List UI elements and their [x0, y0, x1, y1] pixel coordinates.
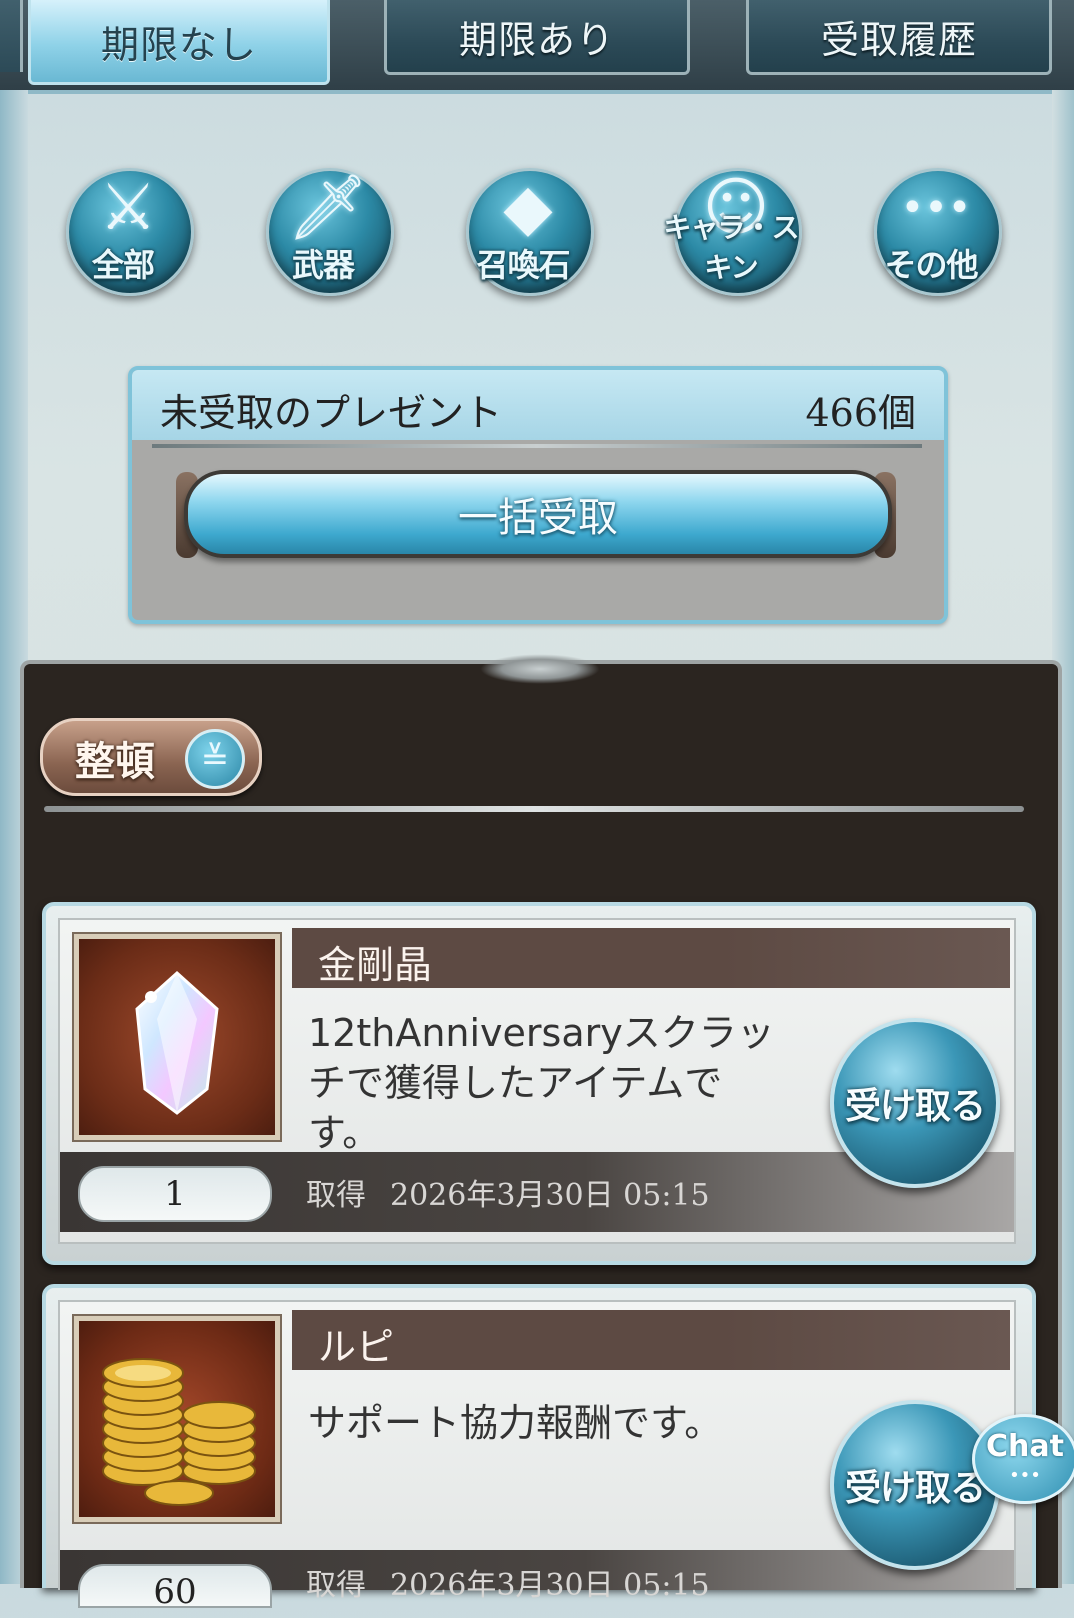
present-name: 金剛晶	[318, 943, 433, 987]
present-quantity: 1	[78, 1166, 272, 1222]
gold-coins-icon	[74, 1316, 280, 1522]
present-title-bar: ルピ	[292, 1310, 1010, 1370]
present-quantity: 60	[78, 1564, 272, 1612]
present-title-bar: 金剛晶	[292, 928, 1010, 988]
tab-no-expiry[interactable]: 期限なし	[28, 0, 330, 85]
present-name: ルピ	[318, 1325, 395, 1369]
chat-button[interactable]: Chat •••	[972, 1414, 1074, 1504]
divider	[152, 444, 922, 448]
present-card-body: 金剛晶 12thAnniversaryスクラッチで獲得したアイテムです。 1 取…	[58, 918, 1016, 1244]
bulk-receive-button[interactable]: 一括受取	[184, 470, 892, 558]
tab-receive-history[interactable]: 受取履歴	[746, 0, 1052, 75]
tab-bar: 期限なし 期限あり 受取履歴	[0, 0, 1074, 94]
present-card: 金剛晶 12thAnniversaryスクラッチで獲得したアイテムです。 1 取…	[42, 902, 1036, 1265]
obtain-label: 取得	[306, 1178, 366, 1213]
obtain-label: 取得	[306, 1568, 366, 1603]
category-weapon-button[interactable]: 🗡 武器	[248, 150, 398, 300]
present-description: サポート協力報酬です。	[308, 1401, 723, 1445]
obtain-date: 2026年3月30日 05:15	[390, 1568, 710, 1603]
sort-button[interactable]: 整頓 ≚	[40, 718, 262, 796]
category-character-button[interactable]: ☺ キャラ・スキン	[656, 150, 806, 300]
present-summary-panel: 未受取のプレゼント 466個 一括受取	[128, 366, 948, 624]
present-description: 12thAnniversaryスクラッチで獲得したアイテムです。	[308, 1011, 775, 1155]
category-label: 召喚石	[476, 246, 570, 284]
tab-with-expiry[interactable]: 期限あり	[384, 0, 690, 75]
coins-graphic	[102, 1358, 256, 1506]
receive-button[interactable]: 受け取る	[830, 1018, 1000, 1188]
gem-graphic	[135, 970, 219, 1115]
obtain-date: 2026年3月30日 05:15	[390, 1178, 710, 1213]
unclaimed-presents-count: 466個	[805, 391, 916, 435]
chat-dots-icon: •••	[1009, 1465, 1041, 1486]
category-label: 武器	[291, 246, 355, 284]
category-label: キャラ・スキン	[663, 211, 799, 284]
category-label: 全部	[91, 246, 155, 284]
present-card: ルピ サポート協力報酬です。 60 取得 2026年3月30日 05:15 受け…	[42, 1284, 1036, 1612]
present-summary-header: 未受取のプレゼント 466個	[132, 370, 944, 440]
tab-edge	[0, 0, 23, 72]
category-label: その他	[884, 246, 978, 284]
chevron-down-icon: ≚	[185, 729, 245, 789]
category-summon-button[interactable]: ◆ 召喚石	[448, 150, 598, 300]
unclaimed-presents-label: 未受取のプレゼント	[160, 391, 503, 435]
divider	[44, 806, 1024, 812]
category-all-button[interactable]: ⚔ 全部	[48, 150, 198, 300]
category-other-button[interactable]: ••• その他	[856, 150, 1006, 300]
panel-ornament	[480, 654, 600, 684]
crystal-gem-icon	[74, 934, 280, 1140]
chat-label: Chat	[986, 1429, 1064, 1464]
present-card-body: ルピ サポート協力報酬です。 60 取得 2026年3月30日 05:15 受け…	[58, 1300, 1016, 1612]
sort-label: 整頓	[75, 739, 155, 785]
